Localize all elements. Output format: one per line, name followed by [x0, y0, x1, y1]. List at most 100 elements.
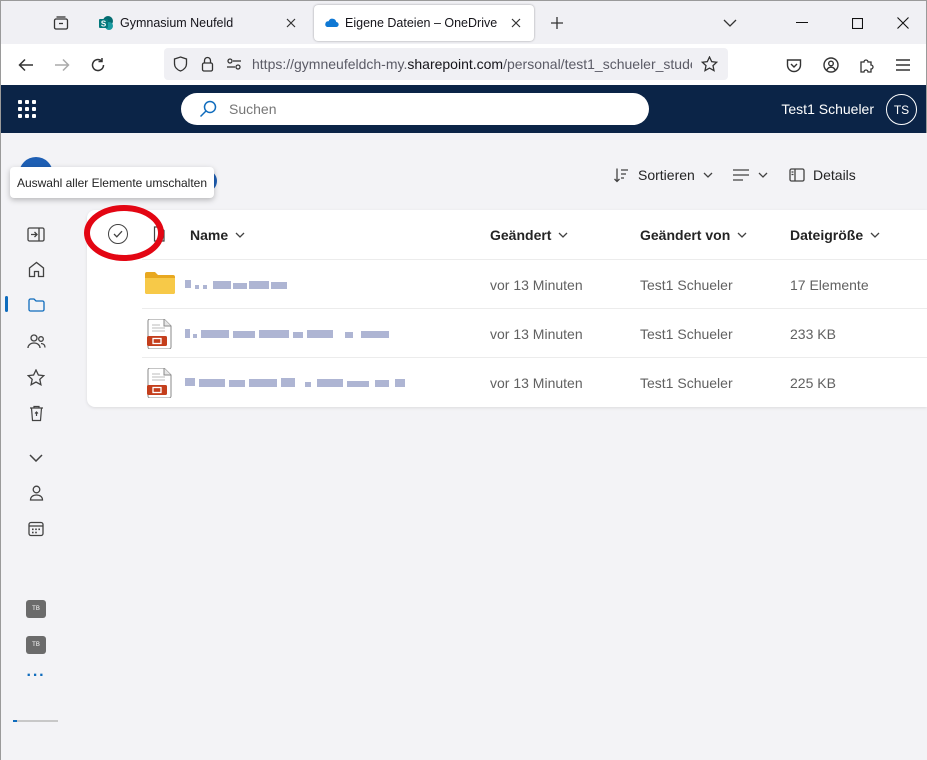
puzzle-icon: [860, 59, 874, 73]
account-button[interactable]: [818, 52, 844, 78]
rail-home[interactable]: [23, 256, 49, 282]
browser-nav-bar: https://gymneufeldch-my.sharepoint.com/p…: [0, 44, 927, 85]
pocket-button[interactable]: [781, 52, 807, 78]
rail-active-indicator: [5, 296, 8, 312]
rail-recycle-bin[interactable]: [23, 400, 49, 426]
rail-calendar[interactable]: [23, 516, 49, 542]
chevron-down-icon: [737, 232, 747, 238]
modified-cell: vor 13 Minuten: [490, 277, 583, 293]
permissions-icon[interactable]: [223, 53, 245, 75]
user-name[interactable]: Test1 Schueler: [781, 101, 874, 117]
url-text[interactable]: https://gymneufeldch-my.sharepoint.com/p…: [252, 56, 692, 72]
row-divider: [142, 308, 927, 309]
rail-favorites[interactable]: [23, 364, 49, 390]
panel-toggle-icon: [27, 226, 45, 242]
tab-close-button[interactable]: [506, 13, 526, 33]
modified-cell: vor 13 Minuten: [490, 375, 583, 391]
file-type-icon[interactable]: [153, 226, 165, 242]
arrow-right-icon: [55, 58, 70, 72]
column-header-label: Geändert von: [640, 226, 731, 243]
details-button[interactable]: Details: [789, 163, 856, 187]
row-divider: [142, 357, 927, 358]
menu-button[interactable]: [890, 52, 916, 78]
back-button[interactable]: [13, 52, 39, 78]
rail-collapse-button[interactable]: [23, 221, 49, 247]
url-bar[interactable]: https://gymneufeldch-my.sharepoint.com/p…: [164, 48, 728, 80]
extensions-button[interactable]: [854, 52, 880, 78]
view-options-button[interactable]: [733, 163, 768, 187]
arrow-left-icon: [18, 58, 33, 72]
chevron-down-icon: [235, 232, 245, 238]
rail-expand-button[interactable]: [23, 445, 49, 471]
column-header-label: Geändert: [490, 226, 552, 243]
rail-site-badge[interactable]: TB: [26, 636, 46, 654]
details-pane-icon: [789, 168, 805, 182]
bookmark-star-icon[interactable]: [698, 53, 720, 75]
rail-site-badge[interactable]: TB: [26, 600, 46, 618]
list-view-icon: [733, 169, 749, 181]
chevron-down-icon: [870, 232, 880, 238]
pdf-file-icon: [147, 319, 172, 349]
new-tab-button[interactable]: [545, 11, 569, 35]
rail-my-files[interactable]: [23, 292, 49, 318]
pdf-file-icon: [147, 368, 172, 398]
chevron-down-icon: [758, 172, 768, 178]
tab-overview-button[interactable]: [49, 11, 73, 35]
people-icon: [26, 334, 46, 349]
rail-shared[interactable]: [23, 328, 49, 354]
sort-button[interactable]: Sortieren: [613, 163, 713, 187]
maximize-icon: [851, 17, 863, 29]
close-icon: [286, 18, 296, 28]
close-window-button[interactable]: [885, 7, 921, 39]
tab-gymnasium-neufeld[interactable]: S Gymnasium Neufeld: [89, 5, 309, 41]
select-all-toggle[interactable]: [108, 224, 128, 244]
search-box[interactable]: [181, 93, 649, 125]
file-name-redacted[interactable]: [185, 375, 417, 389]
modified-by-cell[interactable]: Test1 Schueler: [640, 326, 733, 342]
size-cell: 17 Elemente: [790, 277, 869, 293]
tracking-shield-icon[interactable]: [169, 53, 191, 75]
rail-more-button[interactable]: ···: [23, 668, 49, 689]
modified-by-cell[interactable]: Test1 Schueler: [640, 277, 733, 293]
checkmark-icon: [113, 230, 123, 238]
list-all-tabs-button[interactable]: [718, 11, 742, 35]
column-header-name[interactable]: Name: [190, 210, 245, 259]
column-header-label: Dateigröße: [790, 226, 864, 243]
url-path: /personal/test1_schueler_stude: [503, 56, 692, 72]
file-name-redacted[interactable]: [185, 277, 295, 291]
rail-people[interactable]: [23, 480, 49, 506]
app-launcher-icon[interactable]: [17, 99, 37, 119]
search-input[interactable]: [229, 101, 609, 117]
details-label: Details: [813, 167, 856, 183]
user-avatar[interactable]: TS: [886, 94, 917, 125]
sharepoint-icon: S: [99, 16, 113, 30]
reload-button[interactable]: [85, 52, 111, 78]
modified-cell: vor 13 Minuten: [490, 326, 583, 342]
folder-icon: [145, 272, 175, 294]
size-cell: 233 KB: [790, 326, 836, 342]
app-header: Test1 Schueler TS: [0, 85, 927, 133]
onedrive-icon: [325, 18, 339, 28]
file-name-redacted[interactable]: [185, 326, 400, 340]
pocket-icon: [786, 58, 802, 72]
column-header-modified-by[interactable]: Geändert von: [640, 210, 747, 259]
search-icon: [197, 98, 219, 120]
maximize-button[interactable]: [839, 7, 875, 39]
modified-by-cell[interactable]: Test1 Schueler: [640, 375, 733, 391]
chevron-down-icon: [29, 454, 43, 462]
tab-close-button[interactable]: [281, 13, 301, 33]
account-icon: [823, 57, 839, 73]
column-header-file-size[interactable]: Dateigröße: [790, 210, 880, 259]
tab-eigene-dateien[interactable]: Eigene Dateien – OneDrive: [314, 5, 534, 41]
lock-icon[interactable]: [196, 53, 218, 75]
tab-overview-icon: [53, 16, 69, 30]
minimize-button[interactable]: [784, 7, 820, 39]
plus-icon: [551, 17, 563, 29]
left-rail: TB TB ···: [0, 133, 70, 760]
forward-button[interactable]: [49, 52, 75, 78]
folder-icon: [27, 298, 45, 312]
tab-label: Eigene Dateien – OneDrive: [345, 16, 498, 30]
column-header-modified[interactable]: Geändert: [490, 210, 568, 259]
close-icon: [897, 17, 909, 29]
recycle-bin-icon: [29, 405, 43, 421]
